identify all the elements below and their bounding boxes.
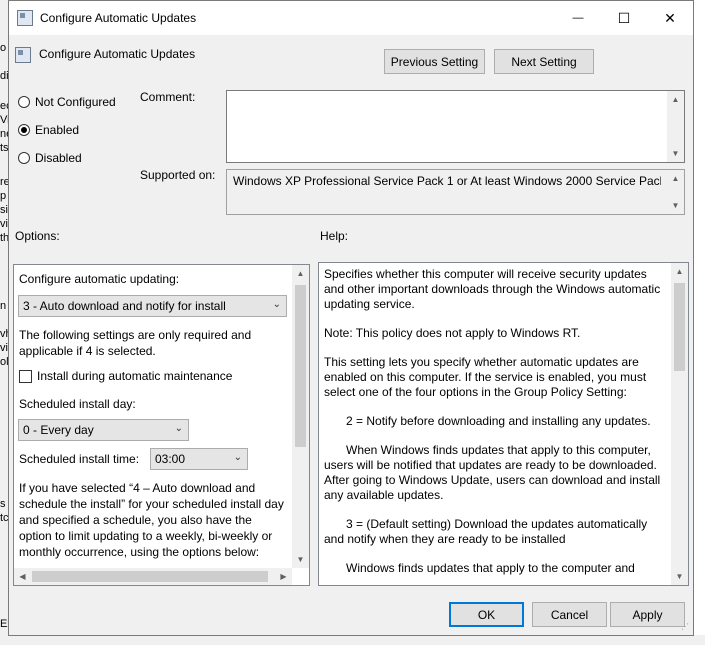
maintenance-label: Install during automatic maintenance <box>37 369 233 383</box>
help-paragraph: 3 = (Default setting) Download the updat… <box>324 517 648 546</box>
scroll-down-icon[interactable]: ▼ <box>667 197 684 214</box>
help-paragraph: This setting lets you specify whether au… <box>324 355 647 399</box>
scroll-down-icon[interactable]: ▼ <box>292 551 309 568</box>
help-vscrollbar[interactable]: ▲ ▼ <box>671 263 688 585</box>
configure-dropdown[interactable]: 3 - Auto download and notify for install… <box>18 295 287 317</box>
maximize-button[interactable]: ☐ <box>601 1 647 35</box>
radio-enabled[interactable]: Enabled <box>18 123 79 137</box>
scroll-up-icon[interactable]: ▲ <box>667 91 684 108</box>
help-panel: Specifies whether this computer will rec… <box>318 262 689 586</box>
policy-name: Configure Automatic Updates <box>39 47 196 61</box>
minimize-button[interactable]: — <box>555 1 601 35</box>
radio-not-configured[interactable]: Not Configured <box>18 95 116 109</box>
time-dropdown[interactable]: 03:00 ⌄ <box>150 448 248 470</box>
policy-dialog: Configure Automatic Updates — ☐ ✕ Config… <box>8 0 694 636</box>
policy-setting-icon <box>17 10 33 26</box>
supported-value: Windows XP Professional Service Pack 1 o… <box>233 174 661 188</box>
radio-indicator[interactable] <box>18 124 30 136</box>
radio-indicator[interactable] <box>18 152 30 164</box>
scroll-left-icon[interactable]: ◀ <box>14 568 31 585</box>
background-text: s <box>0 498 6 510</box>
supported-scrollbar[interactable]: ▲ ▼ <box>667 170 684 214</box>
supported-label: Supported on: <box>140 168 216 182</box>
previous-setting-button[interactable]: Previous Setting <box>384 49 485 74</box>
help-paragraph: Note: This policy does not apply to Wind… <box>324 326 581 340</box>
maintenance-checkbox-row[interactable]: Install during automatic maintenance <box>19 369 232 383</box>
background-text: vi <box>0 342 8 354</box>
ok-button[interactable]: OK <box>449 602 524 627</box>
scroll-right-icon[interactable]: ▶ <box>275 568 292 585</box>
resize-grip-icon[interactable]: ⋰ <box>681 623 691 633</box>
chevron-down-icon: ⌄ <box>233 452 242 463</box>
close-button[interactable]: ✕ <box>647 1 693 35</box>
day-label: Scheduled install day: <box>19 397 136 411</box>
help-paragraph: When Windows finds updates that apply to… <box>324 443 661 502</box>
background-text: si <box>0 204 8 216</box>
settings-note: The following settings are only required… <box>19 328 252 358</box>
maximize-icon: ☐ <box>617 9 631 26</box>
radio-label: Enabled <box>35 123 80 137</box>
scroll-down-icon[interactable]: ▼ <box>671 568 688 585</box>
scroll-down-icon[interactable]: ▼ <box>667 145 684 162</box>
scroll-up-icon[interactable]: ▲ <box>292 265 309 282</box>
options-panel: Configure automatic updating: 3 - Auto d… <box>13 264 310 586</box>
background-text: n <box>0 300 7 312</box>
background-window-bottom <box>0 635 705 645</box>
cancel-button[interactable]: Cancel <box>532 602 607 627</box>
schedule-note: If you have selected “4 – Auto download … <box>19 481 284 559</box>
minimize-icon: — <box>572 12 584 24</box>
supported-box: Windows XP Professional Service Pack 1 o… <box>226 169 685 215</box>
background-text: o <box>0 42 7 54</box>
help-paragraph: 2 = Notify before downloading and instal… <box>346 414 651 428</box>
background-text: p <box>0 190 7 202</box>
scroll-thumb[interactable] <box>674 283 685 371</box>
day-value: 0 - Every day <box>23 423 94 437</box>
help-text: Specifies whether this computer will rec… <box>324 267 669 585</box>
scroll-up-icon[interactable]: ▲ <box>671 263 688 280</box>
configure-value: 3 - Auto download and notify for install <box>23 299 226 313</box>
scroll-up-icon[interactable]: ▲ <box>667 170 684 187</box>
options-hscrollbar[interactable]: ◀ ▶ <box>14 568 292 585</box>
chevron-down-icon: ⌄ <box>174 423 183 434</box>
chevron-down-icon: ⌄ <box>272 299 281 310</box>
radio-label: Not Configured <box>35 95 116 109</box>
day-dropdown[interactable]: 0 - Every day ⌄ <box>18 419 189 441</box>
scroll-thumb[interactable] <box>295 285 306 447</box>
help-heading: Help: <box>320 229 349 243</box>
comment-scrollbar[interactable]: ▲ ▼ <box>667 91 684 162</box>
help-paragraph: Windows finds updates that apply to the … <box>346 561 635 575</box>
radio-label: Disabled <box>35 151 82 165</box>
help-paragraph: Specifies whether this computer will rec… <box>324 267 661 311</box>
close-icon: ✕ <box>664 9 676 26</box>
scroll-thumb[interactable] <box>32 571 268 582</box>
time-label: Scheduled install time: <box>19 452 140 466</box>
time-value: 03:00 <box>155 452 186 466</box>
comment-textarea[interactable]: ▲ ▼ <box>226 90 685 163</box>
policy-setting-icon <box>15 47 31 63</box>
options-vscrollbar[interactable]: ▲ ▼ <box>292 265 309 568</box>
radio-indicator[interactable] <box>18 96 30 108</box>
maintenance-checkbox[interactable] <box>19 369 32 383</box>
apply-button[interactable]: Apply <box>610 602 685 627</box>
window-title: Configure Automatic Updates <box>40 11 197 25</box>
configure-label: Configure automatic updating: <box>19 272 180 286</box>
title-bar[interactable]: Configure Automatic Updates — ☐ ✕ <box>9 1 693 35</box>
next-setting-button[interactable]: Next Setting <box>494 49 594 74</box>
background-text: vi <box>0 218 8 230</box>
options-heading: Options: <box>15 229 60 243</box>
comment-label: Comment: <box>140 90 196 104</box>
radio-disabled[interactable]: Disabled <box>18 151 82 165</box>
